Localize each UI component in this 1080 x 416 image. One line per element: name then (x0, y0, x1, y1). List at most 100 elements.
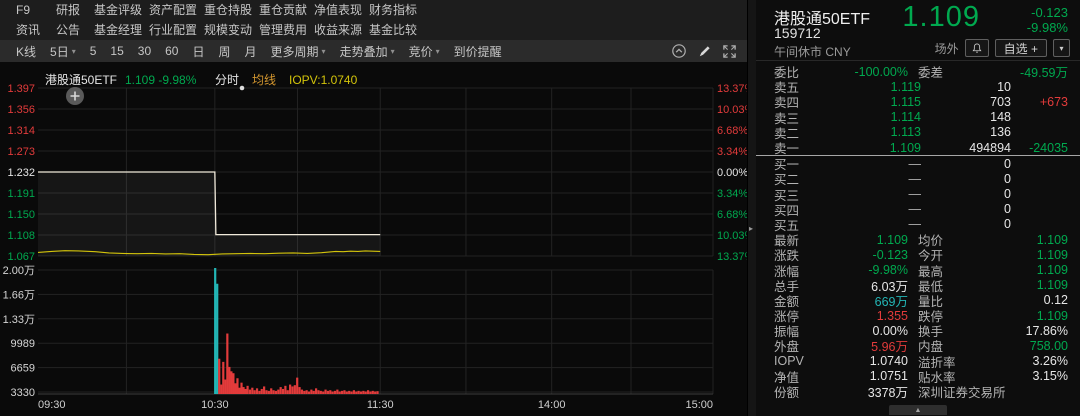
menu-item-重仓持股[interactable]: 重仓持股 (204, 0, 259, 20)
menu-item-资讯[interactable]: 资讯 (16, 20, 56, 40)
chart-legend-item[interactable]: 1.109 -9.98% (125, 73, 197, 87)
volume-bar (249, 390, 251, 394)
chart-legend-item[interactable]: 分时 (215, 73, 239, 87)
add-watchlist-button[interactable]: 自选 + (995, 39, 1047, 57)
toolbar-item-5[interactable]: 5 (90, 43, 97, 60)
volume-bar (310, 390, 312, 394)
menu-item-公告[interactable]: 公告 (56, 20, 94, 40)
book-price: — (814, 172, 921, 186)
volume-bar (224, 380, 226, 394)
volume-bar (320, 391, 322, 394)
book-price: — (814, 202, 921, 216)
bell-icon (972, 43, 982, 54)
toolbar-item-K线[interactable]: K线 (16, 43, 36, 60)
book-volume-change: +673 (1011, 95, 1068, 109)
stat-value: 0.12 (974, 293, 1068, 307)
quote-header: 港股通50ETF 159712 午间休市 CNY 1.109 -0.123 -9… (756, 0, 1080, 61)
stat-value: 669万 (814, 291, 908, 310)
chart-zoom-in-icon[interactable] (66, 87, 84, 105)
volume-bar (365, 391, 367, 394)
volume-bar (256, 388, 258, 394)
time-axis-label: 11:30 (367, 399, 394, 411)
volume-bar (298, 387, 300, 394)
toolbar-item-周[interactable]: 周 (219, 43, 231, 60)
stat-value: 1.0740 (814, 354, 908, 368)
volume-bar (346, 391, 348, 394)
book-price: 1.113 (814, 125, 921, 139)
draw-tools-icon[interactable] (697, 44, 712, 59)
menu-item-基金比较[interactable]: 基金比较 (369, 20, 424, 40)
menu-item-F9[interactable]: F9 (16, 0, 56, 20)
book-price: 1.119 (814, 80, 921, 94)
menu-row-1: F9研报基金评级资产配置重仓持股重仓贡献净值表现财务指标 (16, 0, 424, 20)
panel-splitter[interactable]: ▸ (747, 0, 756, 416)
volume-bar (275, 391, 277, 394)
volume-axis-label: 9989 (11, 338, 35, 350)
menu-item-规模变动[interactable]: 规模变动 (204, 20, 259, 40)
volume-bar (284, 386, 286, 394)
volume-bar (355, 391, 357, 394)
chart-legend-item[interactable]: IOPV:1.0740 (289, 73, 358, 87)
volume-bar (251, 388, 253, 394)
menu-item-基金评级[interactable]: 基金评级 (94, 0, 149, 20)
quote-panel: 港股通50ETF 159712 午间休市 CNY 1.109 -0.123 -9… (756, 0, 1080, 416)
toolbar-item-竞价[interactable]: 竞价▾ (409, 43, 440, 60)
menu-item-行业配置[interactable]: 行业配置 (149, 20, 204, 40)
quote-detail-rows: 委比-100.00%委差-49.59万卖五1.11910卖四1.115703+6… (756, 64, 1080, 399)
book-price: — (814, 157, 921, 171)
price-axis-label: 1.314 (7, 125, 35, 137)
volume-bar (332, 391, 334, 394)
fullscreen-icon[interactable] (722, 44, 737, 59)
menu-item-收益来源[interactable]: 收益来源 (314, 20, 369, 40)
menu-item-净值表现[interactable]: 净值表现 (314, 0, 369, 20)
chart-legend-item[interactable]: 均线 (252, 73, 276, 87)
function-menu-bar: F9研报基金评级资产配置重仓持股重仓贡献净值表现财务指标 资讯公告基金经理行业配… (0, 0, 747, 40)
volume-bar (369, 391, 371, 394)
splitter-arrow-icon[interactable]: ▸ (749, 224, 753, 233)
volume-bar (324, 390, 326, 394)
chart-legend-item[interactable]: 港股通50ETF (45, 73, 117, 87)
menu-item-重仓贡献[interactable]: 重仓贡献 (259, 0, 314, 20)
book-volume: 0 (921, 172, 1011, 186)
menu-item-管理费用[interactable]: 管理费用 (259, 20, 314, 40)
stat-value: 3378万 (814, 382, 908, 401)
toolbar-item-15[interactable]: 15 (110, 43, 123, 60)
toolbar-item-更多周期[interactable]: 更多周期▾ (271, 43, 326, 60)
book-price: 1.109 (814, 141, 921, 155)
volume-bar (367, 390, 369, 394)
toolbar-item-5日[interactable]: 5日▾ (50, 43, 76, 60)
weicha-label: 委差 (918, 62, 974, 81)
menu-item-资产配置[interactable]: 资产配置 (149, 0, 204, 20)
stat-value: -0.123 (814, 248, 908, 262)
volume-bar (242, 387, 244, 394)
toolbar-item-走势叠加[interactable]: 走势叠加▾ (340, 43, 395, 60)
volume-bar (322, 391, 324, 394)
toolbar-item-日[interactable]: 日 (192, 43, 204, 60)
alert-bell-button[interactable] (965, 39, 989, 57)
menu-item-基金经理[interactable]: 基金经理 (94, 20, 149, 40)
book-price: 1.115 (814, 95, 921, 109)
toolbar-item-30[interactable]: 30 (138, 43, 151, 60)
volume-bar (315, 388, 317, 394)
price-axis-label: 1.232 (7, 167, 35, 179)
volume-bar (261, 389, 263, 394)
volume-bar (218, 359, 220, 394)
menu-item-财务指标[interactable]: 财务指标 (369, 0, 424, 20)
intraday-chart[interactable]: 1.39713.37%1.35610.03%1.3146.68%1.2733.3… (0, 62, 747, 416)
book-volume: 0 (921, 157, 1011, 171)
volume-bar (230, 371, 232, 394)
collapse-circle-icon[interactable] (671, 43, 687, 59)
volume-bar (234, 383, 236, 394)
toolbar-item-到价提醒[interactable]: 到价提醒 (454, 43, 502, 60)
menu-item-研报[interactable]: 研报 (56, 0, 94, 20)
volume-bar (246, 386, 248, 394)
volume-bar (343, 390, 345, 394)
toolbar-item-60[interactable]: 60 (165, 43, 178, 60)
percent-axis-label: 6.68% (717, 125, 747, 137)
stat-value: 3.15% (974, 369, 1068, 383)
watchlist-dropdown-button[interactable]: ▾ (1053, 39, 1070, 57)
panel-collapse-tab[interactable]: ▲ (889, 405, 947, 415)
stat-label: 深圳证券交易所 (918, 382, 974, 401)
volume-bar (334, 391, 336, 394)
toolbar-item-月[interactable]: 月 (245, 43, 257, 60)
